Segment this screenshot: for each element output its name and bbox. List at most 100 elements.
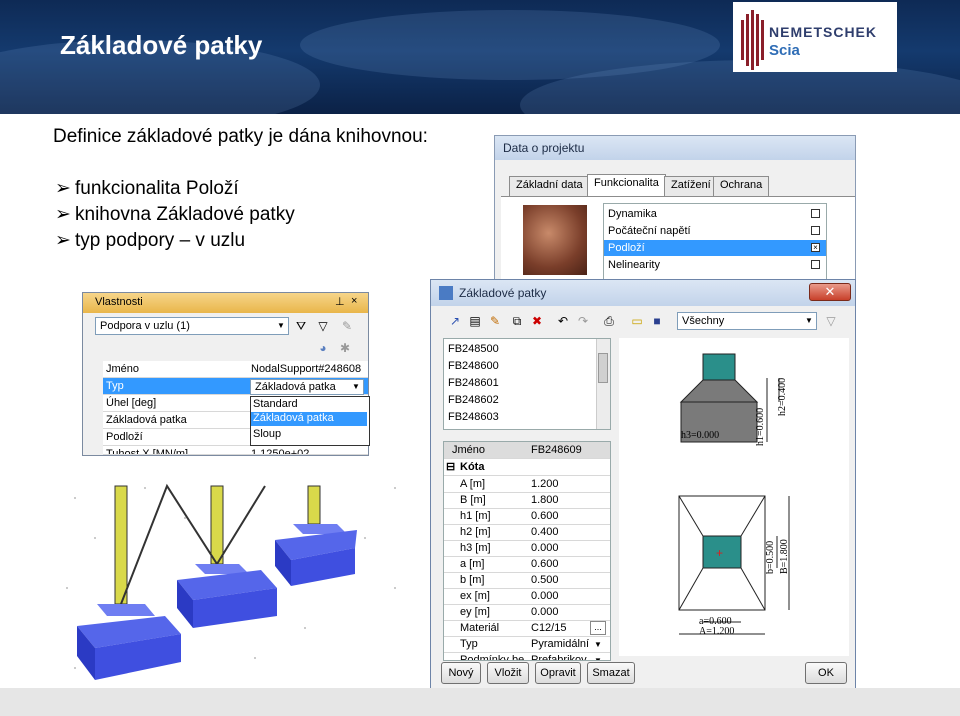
selection-dropdown[interactable]: Podpora v uzlu (1) ▼	[95, 317, 289, 335]
slide-title: Základové patky	[60, 30, 263, 60]
checkbox[interactable]	[811, 226, 820, 235]
scrollbar-thumb[interactable]	[598, 353, 608, 383]
center-cross-icon: +	[716, 546, 723, 560]
dropdown-option-selected[interactable]: Základová patka	[251, 412, 367, 426]
save-icon[interactable]: ■	[649, 314, 665, 328]
param-row[interactable]: Materiál C12/15...	[444, 620, 610, 637]
footer-strip	[0, 688, 960, 716]
dim-label-h3: h3=0.000	[681, 430, 719, 441]
properties-panel: Vlastnosti ⊥ × Podpora v uzlu (1) ▼ ⛛ ▽ ✎…	[82, 292, 370, 456]
clear-icon[interactable]: ✱	[337, 341, 353, 355]
arrow-bullet-icon: ➢	[55, 230, 71, 251]
ok-button[interactable]: OK	[805, 662, 847, 684]
scrollbar[interactable]	[596, 339, 610, 429]
param-row[interactable]: Podmínky be... Prefabrikov ▼	[444, 652, 610, 660]
tab-ochrana[interactable]: Ochrana	[713, 176, 770, 196]
copy-icon[interactable]: ⧉	[509, 314, 525, 328]
delete-icon[interactable]: ✖	[529, 314, 545, 328]
pin-icon[interactable]: ⊥	[335, 295, 345, 308]
list-item[interactable]: FB248500	[444, 341, 610, 357]
list-item[interactable]: Dynamika	[604, 206, 826, 222]
checkbox[interactable]	[811, 260, 820, 269]
new-button[interactable]: Nový	[441, 662, 481, 684]
open-folder-icon[interactable]: ▭	[629, 314, 645, 328]
intro-text: Definice základové patky je dána knihovn…	[53, 126, 428, 147]
dropdown-option[interactable]: Standard	[253, 398, 298, 410]
pencil-icon[interactable]: ✎	[339, 319, 355, 333]
edit-icon[interactable]: ✎	[487, 314, 503, 328]
list-item[interactable]: FB248600	[444, 358, 610, 374]
arrow-bullet-icon: ➢	[55, 178, 71, 199]
insert-button[interactable]: Vložit	[487, 662, 529, 684]
filter-dropdown[interactable]: Všechny ▼	[677, 312, 817, 330]
param-row[interactable]: h2 [m] 0.400	[444, 524, 610, 541]
panel-title-bar: Vlastnosti ⊥ ×	[83, 293, 368, 313]
filter-icon[interactable]: ▽	[823, 314, 839, 328]
property-row[interactable]: Tuhost X [MN/m] 1.1250e+02	[103, 446, 368, 455]
dropdown-option[interactable]: Sloup	[253, 428, 281, 440]
palette-icon[interactable]: ◕	[315, 341, 331, 355]
tab-funkcionalita[interactable]: Funkcionalita	[587, 174, 666, 196]
redo-icon[interactable]: ↷	[575, 314, 591, 328]
param-row[interactable]: A [m] 1.200	[444, 476, 610, 493]
column-section	[702, 353, 736, 381]
edit-button[interactable]: Opravit	[535, 662, 581, 684]
print-icon[interactable]: ⎙	[601, 314, 617, 328]
param-row[interactable]: h3 [m] 0.000	[444, 540, 610, 557]
tab-zatizeni[interactable]: Zatížení	[664, 176, 718, 196]
checkbox[interactable]	[811, 209, 820, 218]
project-data-window: Data o projektu Základní data Funkcional…	[494, 135, 856, 289]
param-row[interactable]: a [m] 0.600	[444, 556, 610, 573]
property-row[interactable]: Jméno NodalSupport#248608	[103, 361, 368, 378]
name-row[interactable]: Jméno FB248609	[444, 442, 610, 459]
functionality-list: Dynamika Počáteční napětí Podloží × Nelin…	[603, 203, 827, 289]
list-item[interactable]: FB248603	[444, 409, 610, 425]
tab-content: Dynamika Počáteční napětí Podloží × Nelin…	[501, 196, 855, 289]
list-item[interactable]: Nelinearity	[604, 257, 826, 273]
param-row[interactable]: ex [m] 0.000	[444, 588, 610, 605]
list-item[interactable]: Počáteční napětí	[604, 223, 826, 239]
group-row[interactable]: ⊟ Kóta	[444, 459, 610, 476]
dim-label-B: B=1.800	[779, 539, 790, 574]
chevron-down-icon: ▼	[277, 321, 285, 330]
chevron-down-icon[interactable]: ▼	[594, 653, 602, 660]
param-row[interactable]: Typ Pyramidální ▼	[444, 636, 610, 653]
column	[307, 485, 321, 525]
filter-select-icon[interactable]: ▽	[315, 319, 331, 333]
parameter-grid: Jméno FB248609 ⊟ Kóta A [m] 1.200 B [m] 1.80…	[443, 441, 611, 661]
footings-3d-view	[66, 483, 396, 680]
footing-library-dialog: Základové patky ✕ ↗ ▤ ✎ ⧉ ✖ ↶ ↷ ⎙ ▭ ■ Vš…	[430, 279, 856, 690]
close-button[interactable]: ✕	[809, 283, 851, 301]
param-row[interactable]: ey [m] 0.000	[444, 604, 610, 621]
footing-list: FB248500 FB248600 FB248601 FB248602 FB24…	[443, 338, 611, 430]
filter-icon[interactable]: ⛛	[293, 319, 309, 333]
delete-button[interactable]: Smazat	[587, 662, 635, 684]
properties-icon[interactable]: ▤	[467, 314, 483, 328]
param-row[interactable]: h1 [m] 0.600	[444, 508, 610, 525]
close-icon[interactable]: ×	[351, 295, 357, 307]
bullet-item: ➢ funkcionalita Položí	[55, 178, 239, 199]
tab-zakladni-data[interactable]: Základní data	[509, 176, 590, 196]
soil-image	[523, 205, 587, 275]
dim-label-h1: h1=0.600	[755, 408, 766, 446]
bullet-item: ➢ knihovna Základové patky	[55, 204, 295, 225]
bullet-item: ➢ typ podpory – v uzlu	[55, 230, 246, 251]
collapse-icon[interactable]: ⊟	[446, 459, 455, 475]
browse-button[interactable]: ...	[590, 621, 606, 635]
insert-icon[interactable]: ↗	[447, 314, 463, 328]
property-grid: Jméno NodalSupport#248608 Typ Základová p…	[103, 361, 370, 455]
list-item[interactable]: FB248602	[444, 392, 610, 408]
chevron-down-icon[interactable]: ▼	[594, 637, 602, 653]
checkbox-checked[interactable]: ×	[811, 243, 820, 252]
footing-block	[77, 604, 181, 680]
type-dropdown-list: Standard Základová patka Sloup	[250, 396, 370, 446]
param-row[interactable]: B [m] 1.800	[444, 492, 610, 509]
tab-strip: Základní data Funkcionalita Zatížení Och…	[501, 166, 855, 289]
undo-icon[interactable]: ↶	[555, 314, 571, 328]
list-item-selected[interactable]: Podloží ×	[604, 240, 826, 256]
type-dropdown[interactable]: Základová patka ▼	[250, 379, 364, 395]
list-item[interactable]: FB248601	[444, 375, 610, 391]
dialog-title-bar: Základové patky ✕	[431, 280, 855, 306]
dim-label-h2: h2=0.400	[777, 378, 788, 416]
param-row[interactable]: b [m] 0.500	[444, 572, 610, 589]
